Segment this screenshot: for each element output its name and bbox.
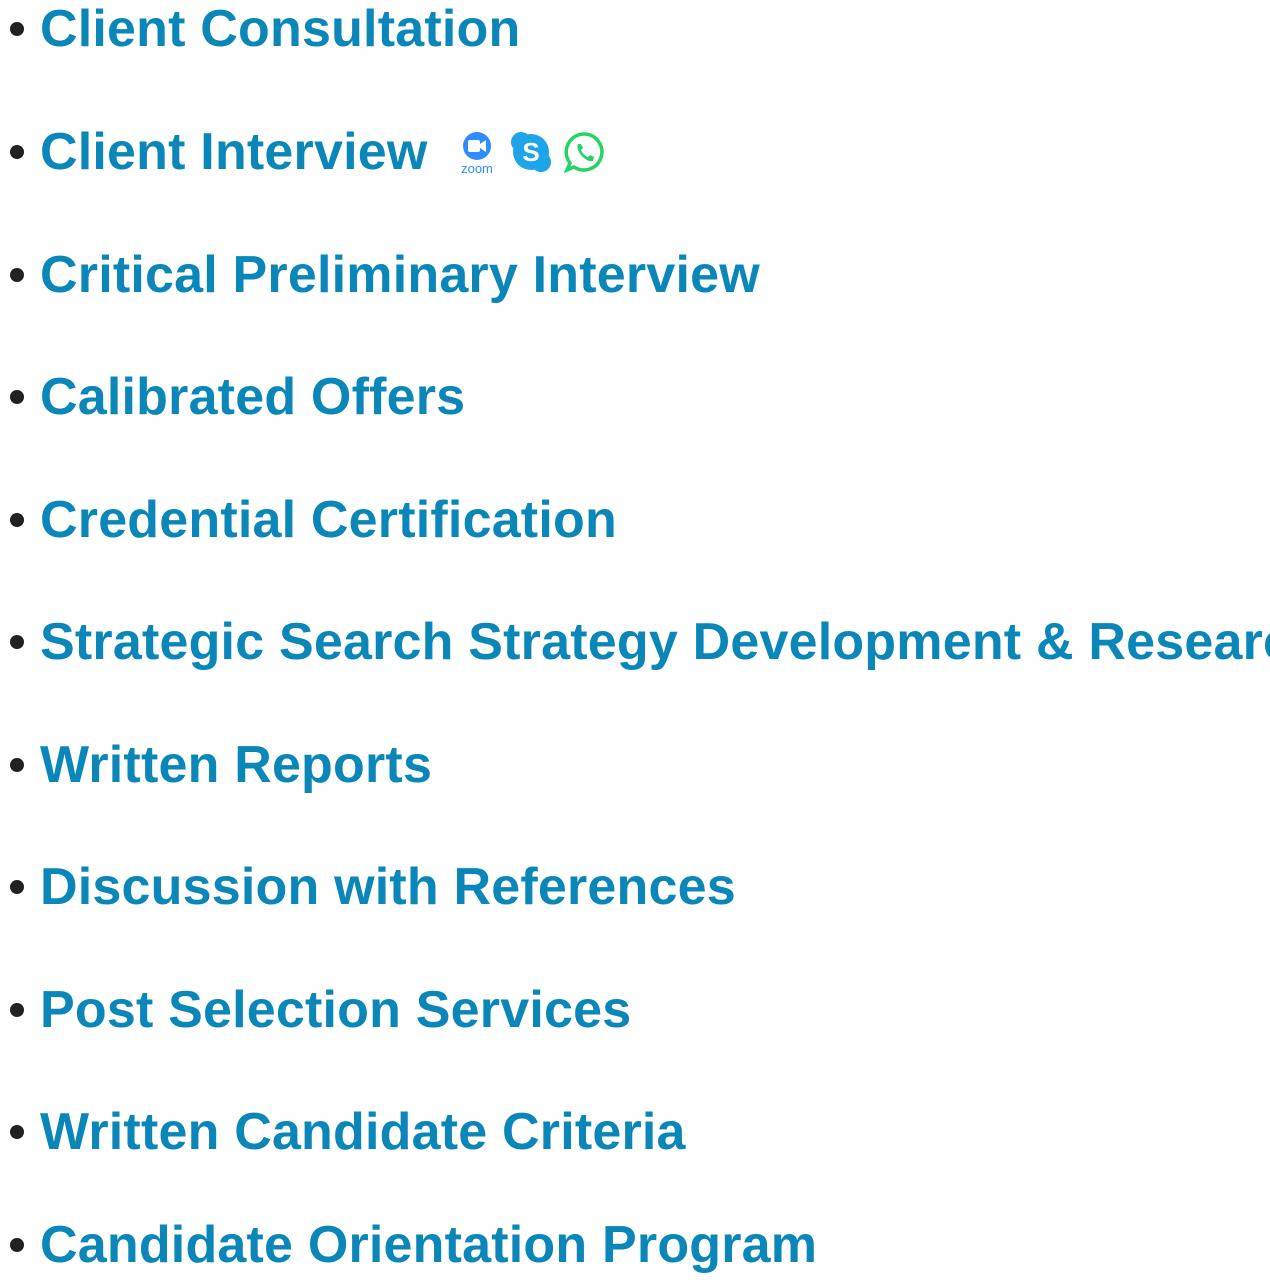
service-link-critical-preliminary-interview[interactable]: Critical Preliminary Interview [40, 249, 760, 301]
service-link-strategic-search[interactable]: Strategic Search Strategy Development & … [40, 616, 1270, 668]
list-item: Written Candidate Criteria [0, 1097, 686, 1167]
service-link-post-selection-services[interactable]: Post Selection Services [40, 984, 631, 1036]
service-link-written-candidate-criteria[interactable]: Written Candidate Criteria [40, 1106, 686, 1158]
list-item: Credential Certification [0, 485, 617, 555]
svg-text:zoom: zoom [461, 161, 493, 175]
list-item: Strategic Search Strategy Development & … [0, 607, 1270, 677]
service-link-client-consultation[interactable]: Client Consultation [40, 3, 520, 55]
bullet-icon [10, 22, 24, 36]
list-item: Written Reports [0, 730, 432, 800]
bullet-icon [10, 758, 24, 772]
interview-app-icons: zoom S [454, 127, 608, 177]
bullet-icon [10, 1003, 24, 1017]
list-item: Client Consultation [0, 0, 520, 64]
list-item: Discussion with References [0, 852, 736, 922]
list-item: Post Selection Services [0, 975, 631, 1045]
bullet-icon [10, 880, 24, 894]
list-item: Calibrated Offers [0, 362, 465, 432]
list-item: Candidate Orientation Program [0, 1210, 817, 1280]
bullet-icon [10, 513, 24, 527]
skype-icon[interactable]: S [508, 129, 554, 175]
service-link-discussion-with-references[interactable]: Discussion with References [40, 861, 736, 913]
bullet-icon [10, 145, 24, 159]
bullet-icon [10, 635, 24, 649]
zoom-icon[interactable]: zoom [454, 129, 500, 175]
service-link-credential-certification[interactable]: Credential Certification [40, 494, 617, 546]
list-item: Client Interview zoom S [0, 117, 608, 187]
service-link-calibrated-offers[interactable]: Calibrated Offers [40, 371, 465, 423]
bullet-icon [10, 1125, 24, 1139]
whatsapp-icon[interactable] [562, 129, 608, 175]
service-link-candidate-orientation-program[interactable]: Candidate Orientation Program [40, 1219, 817, 1271]
service-link-client-interview[interactable]: Client Interview [40, 126, 428, 178]
bullet-icon [10, 268, 24, 282]
bullet-icon [10, 1238, 24, 1252]
service-link-written-reports[interactable]: Written Reports [40, 739, 432, 791]
bullet-icon [10, 390, 24, 404]
list-item: Critical Preliminary Interview [0, 240, 760, 310]
svg-text:S: S [522, 137, 539, 167]
